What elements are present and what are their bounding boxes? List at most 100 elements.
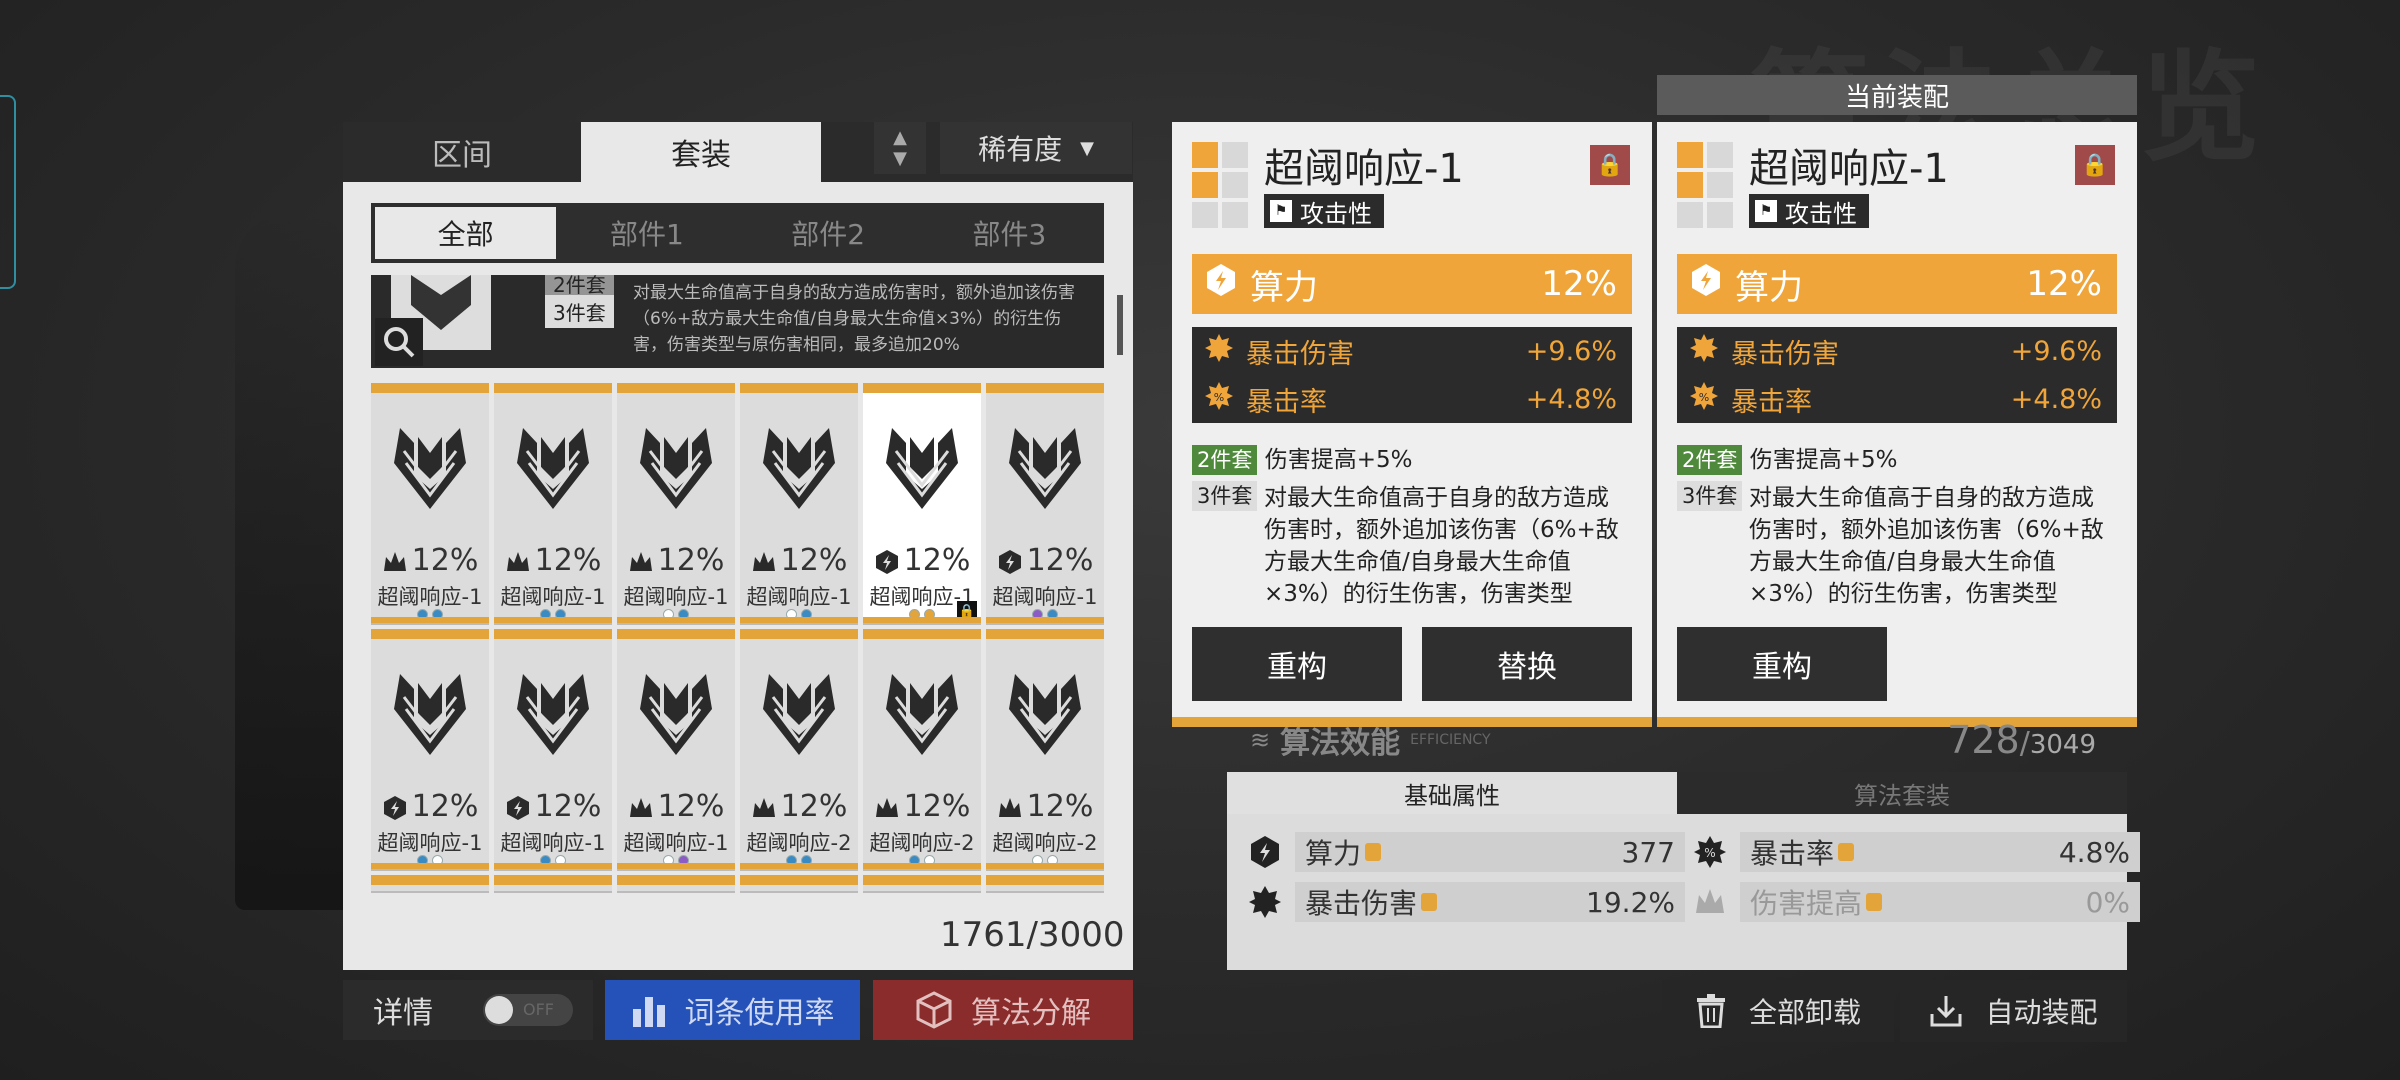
decompose-label: 算法分解 — [971, 996, 1091, 1031]
inventory-count: 1761/3000 — [940, 915, 1125, 955]
algorithm-logo-icon — [1192, 142, 1248, 228]
crit-rate-icon: % — [1689, 381, 1719, 418]
lock-button[interactable]: 🔒 — [1590, 145, 1630, 185]
reforge-button[interactable]: 重构 — [1192, 627, 1402, 701]
sub-stat-crit-rate: % 暴击率 +4.8% — [1192, 375, 1632, 423]
selected-algorithm-card: 超阈响应-1 🔒 ⚑ 攻击性 算力 12% 暴击伤害 +9.6%% 暴击率 +4.8% 2件套 伤害… — [1172, 122, 1652, 727]
filter-part2[interactable]: 部件2 — [738, 207, 919, 259]
replace-button[interactable]: 替换 — [1422, 627, 1632, 701]
flag-icon: ⚑ — [1755, 200, 1777, 222]
card-stat-value: 12% — [534, 543, 602, 578]
algorithm-card[interactable]: 12% 超阈响应-1 🔒 — [863, 383, 981, 623]
filter-part3[interactable]: 部件3 — [919, 207, 1100, 259]
card-name: 超阈响应-1 — [500, 831, 606, 855]
set3-effect: 对最大生命值高于自身的敌方造成伤害时，额外追加该伤害（6%+敌方最大生命值/自身… — [1749, 485, 2104, 607]
lock-button[interactable]: 🔒 — [2075, 145, 2115, 185]
stat-value-crit-rate: 4.8% — [2058, 835, 2130, 869]
power-icon — [1245, 832, 1285, 872]
power-icon — [1689, 263, 1723, 306]
algorithm-card[interactable]: 12% 超阈响应-2 — [986, 629, 1104, 869]
auto-equip-button[interactable]: 自动装配 — [1900, 980, 2127, 1042]
algorithm-card-partial[interactable] — [740, 875, 858, 891]
download-icon — [1930, 996, 1962, 1027]
set3-row: 3件套 — [1192, 480, 1258, 512]
rarity-bar — [740, 863, 858, 869]
reforge-button[interactable]: 重构 — [1677, 627, 1887, 701]
rarity-bar — [371, 617, 489, 623]
set3-badge: 3件套 — [545, 295, 614, 328]
algorithm-card-partial[interactable] — [863, 875, 981, 891]
algorithm-card[interactable]: 12% 超阈响应-1 — [371, 629, 489, 869]
efficiency-max: 3049 — [2029, 730, 2096, 760]
card-name: 超阈响应-2 — [746, 831, 852, 855]
sub-stat-label: 暴击率 — [1246, 386, 1327, 418]
crit-rate-icon: % — [1204, 381, 1234, 418]
card-stat: 12% — [740, 543, 858, 578]
tab-algorithm-sets[interactable]: 算法套装 — [1677, 772, 2127, 814]
sub-stat-value: +4.8% — [2010, 383, 2102, 415]
scrollbar[interactable] — [1117, 295, 1123, 355]
tab-base-stats[interactable]: 基础属性 — [1227, 772, 1677, 814]
stat-row-damage-bonus: 伤害提高 0% — [1690, 882, 2140, 922]
algorithm-card[interactable]: 12% 超阈响应-1 — [617, 629, 735, 869]
power-icon — [382, 794, 408, 820]
algorithm-emblem-icon — [390, 423, 470, 513]
card-stat: 12% — [371, 789, 489, 824]
algorithm-card-partial[interactable] — [494, 875, 612, 891]
details-toggle[interactable]: 详情 OFF — [343, 980, 593, 1040]
stat-row-crit-rate: % 暴击率 4.8% — [1690, 832, 2140, 872]
algorithm-card-partial[interactable] — [986, 875, 1104, 891]
algorithm-card[interactable]: 12% 超阈响应-2 — [740, 629, 858, 869]
algorithm-card[interactable]: 12% 超阈响应-1 — [740, 383, 858, 623]
details-switch[interactable]: OFF — [483, 994, 573, 1026]
filter-all[interactable]: 全部 — [375, 207, 557, 259]
algorithm-card[interactable]: 12% 超阈响应-2 — [863, 629, 981, 869]
unload-all-label: 全部卸载 — [1748, 996, 1861, 1029]
bar-chart-icon — [632, 997, 665, 1027]
crown-icon — [628, 794, 654, 820]
algorithm-card-partial[interactable] — [617, 875, 735, 891]
svg-text:%: % — [1699, 391, 1709, 404]
efficiency-label: 算法效能 — [1280, 726, 1401, 761]
usage-rate-button[interactable]: 词条使用率 — [605, 980, 860, 1040]
rarity-bar — [494, 863, 612, 869]
decompose-button[interactable]: 算法分解 — [873, 980, 1133, 1040]
rarity-sort-button[interactable]: 稀有度 ▼ — [940, 122, 1132, 174]
type-label: 攻击性 — [1300, 199, 1372, 228]
unload-all-button[interactable]: 全部卸载 — [1662, 980, 1894, 1042]
algorithm-card[interactable]: 12% 超阈响应-1 — [986, 383, 1104, 623]
filter-part1[interactable]: 部件1 — [556, 207, 737, 259]
efficiency-sub: EFFICIENCY — [1410, 732, 1491, 748]
main-stat-value: 12% — [2026, 264, 2102, 304]
algorithm-card[interactable]: 12% 超阈响应-1 — [494, 629, 612, 869]
tab-zone[interactable]: 区间 — [343, 122, 581, 182]
algorithm-card[interactable]: 12% 超阈响应-1 — [494, 383, 612, 623]
sort-order-button[interactable]: ▲ ▼ — [874, 122, 926, 174]
lock-icon: 🔒 — [1596, 152, 1624, 178]
card-stat: 12% — [740, 789, 858, 824]
algorithm-title: 超阈响应-1 — [1264, 146, 1464, 192]
thumb-up-icon — [1866, 893, 1883, 911]
rarity-bar — [986, 617, 1104, 623]
side-tab-handle[interactable] — [0, 95, 16, 289]
algorithm-card-partial[interactable] — [371, 875, 489, 891]
set3-tag: 3件套 — [1192, 481, 1258, 511]
algorithm-card[interactable]: 12% 超阈响应-1 — [371, 383, 489, 623]
card-stat: 12% — [494, 543, 612, 578]
power-icon — [874, 548, 900, 574]
search-icon[interactable] — [375, 318, 423, 366]
tab-set[interactable]: 套装 — [581, 122, 821, 182]
algorithm-emblem-icon — [882, 669, 962, 759]
sub-stat-value: +9.6% — [1525, 335, 1617, 367]
crown-icon — [1690, 882, 1730, 922]
algorithm-card[interactable]: 12% 超阈响应-1 — [617, 383, 735, 623]
main-stat-label: 算力 — [1735, 267, 1803, 308]
rarity-bar — [740, 617, 858, 623]
sub-stat-value: +9.6% — [2010, 335, 2102, 367]
sub-stat-crit-damage: 暴击伤害 +9.6% — [1677, 327, 2117, 375]
card-stat: 12% — [617, 543, 735, 578]
crown-icon — [751, 548, 777, 574]
thumb-up-icon — [1365, 843, 1382, 861]
algorithm-emblem-icon — [759, 423, 839, 513]
rarity-bar — [863, 617, 981, 623]
